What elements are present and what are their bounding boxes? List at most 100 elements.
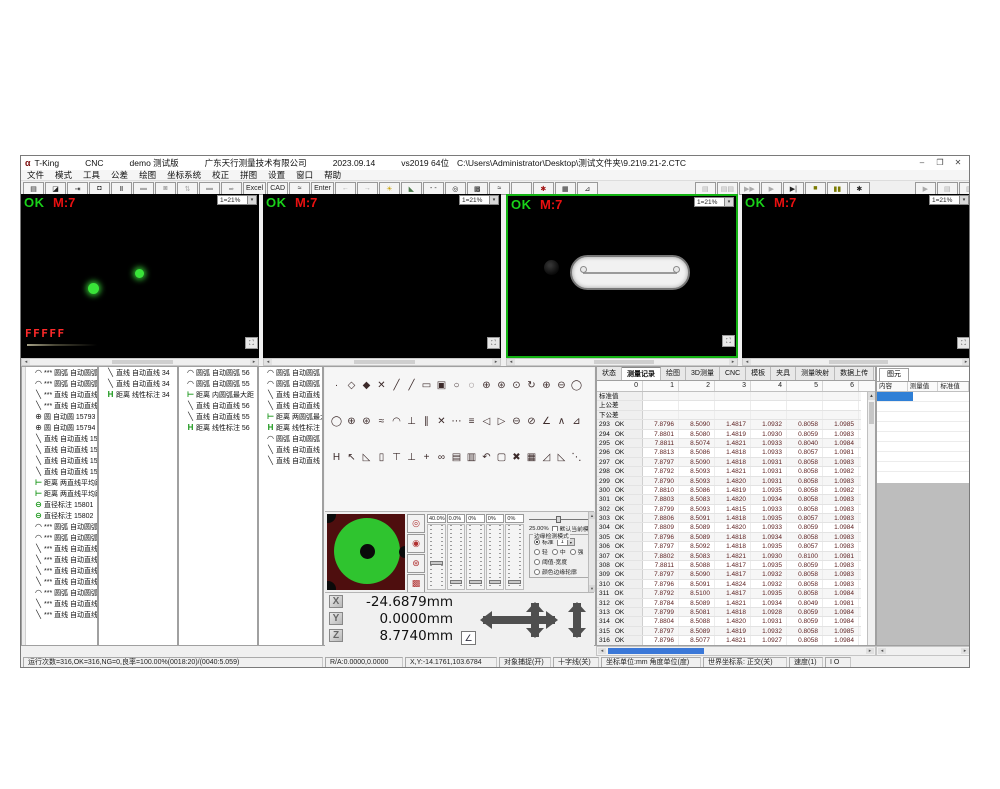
construct-tool-icon[interactable]: ∥ [419,415,434,429]
table-row[interactable]: 306OK 7.8797 8.5092 1.4818 1.0935 0.8057… [597,542,861,551]
camera-1-image[interactable]: FFFFF OK M:7 1=21%▾ ⛶ [21,194,259,358]
table-tab[interactable]: 测量记录 [622,367,661,380]
list-item[interactable]: ╲直线 自动直线 55 [259,455,322,466]
list-item[interactable]: ◠圆弧 自动圆弧 56 [179,367,257,378]
construct-tool-icon[interactable]: ≈ [374,415,389,429]
snapshot-icon[interactable]: ⛶ [487,337,500,349]
measure-tool-icon[interactable]: ⊕ [539,379,554,393]
list-item[interactable]: ╲直线 自动直线 55 [179,411,257,422]
dimension-tool-icon[interactable]: ◺ [554,451,569,465]
list-item[interactable]: ⊕圆 自动圆 15793 [27,411,97,422]
list-item[interactable]: ⊢距离 两直线平均距 [27,477,97,488]
menu-item[interactable]: 拼图 [240,169,257,181]
list-item[interactable]: ⊖直径标注 15801 [27,499,97,510]
dimension-tool-icon[interactable]: ✖ [509,451,524,465]
list-item[interactable]: ◠圆弧 自动圆弧 55 [259,378,322,389]
camera-view-2[interactable]: OK M:7 1=21%▾ ⛶ ◂▸ [263,194,501,366]
dimension-tool-icon[interactable]: ◺ [359,451,374,465]
table-row[interactable]: 293OK 7.8796 8.5090 1.4817 1.0932 0.8058… [597,420,861,429]
table-row[interactable]: 299OK 7.8790 8.5093 1.4820 1.0931 0.8058… [597,477,861,486]
menu-item[interactable]: 校正 [212,169,229,181]
table-row[interactable]: 296OK 7.8813 8.5086 1.4818 1.0933 0.8057… [597,448,861,457]
radio-strong[interactable] [570,549,576,555]
camera-4-hscrollbar[interactable]: ◂▸ [742,358,970,366]
table-row[interactable]: 308OK 7.8811 8.5088 1.4817 1.0935 0.8059… [597,561,861,570]
list-item[interactable]: ◠*** 圆弧 自动圆弧 [27,587,97,598]
radio-light[interactable] [534,549,540,555]
jog-vertical-arrow[interactable] [531,603,539,637]
light-slider-track[interactable] [427,524,446,590]
construct-tool-icon[interactable]: ⊥ [404,415,419,429]
menu-item[interactable]: 工具 [83,169,100,181]
dimension-tool-icon[interactable]: ▢ [494,451,509,465]
snapshot-icon[interactable]: ⛶ [245,337,258,349]
light-slider[interactable]: 40.0% [427,514,446,590]
measure-tool-icon[interactable]: ⊙ [509,379,524,393]
table-row[interactable]: 305OK 7.8796 8.5089 1.4818 1.0934 0.8058… [597,533,861,542]
measure-tool-icon[interactable]: ◇ [344,379,359,393]
chevron-down-icon[interactable]: ▾ [489,196,498,204]
dimension-tool-icon[interactable]: ⊥ [404,451,419,465]
zoom-select[interactable]: 1=21%▾ [217,195,257,205]
list-item[interactable]: ╲直线 自动直线 15 [27,455,97,466]
camera-view-1[interactable]: FFFFF OK M:7 1=21%▾ ⛶ ◂▸ [21,194,259,366]
table-row[interactable]: 300OK 7.8810 8.5086 1.4819 1.0935 0.8058… [597,486,861,495]
measure-tool-icon[interactable]: · [329,379,344,393]
ring-light-button[interactable]: ◎ [407,514,425,533]
dimension-tool-icon[interactable]: ▯ [374,451,389,465]
jog-horizontal-arrow[interactable] [483,616,555,624]
dimension-tool-icon[interactable]: ◿ [539,451,554,465]
table-tab[interactable]: 模板 [746,367,771,380]
list-item[interactable]: ╲直线 自动直线 56 [179,400,257,411]
ring-light-button[interactable]: ▩ [407,574,425,593]
minimize-button[interactable]: – [913,156,931,169]
table-row[interactable]: 295OK 7.8811 8.5074 1.4821 1.0933 0.8040… [597,439,861,448]
menu-item[interactable]: 坐标系统 [167,169,201,181]
table-row[interactable]: 301OK 7.8803 8.5083 1.4820 1.0934 0.8058… [597,495,861,504]
measure-tool-icon[interactable]: ○ [449,379,464,393]
light-slider-thumb[interactable] [450,580,463,584]
table-special-row[interactable]: 下公差 [597,411,861,420]
ring-light-button[interactable]: ◉ [407,534,425,553]
table-tab[interactable]: 绘图 [661,367,686,380]
camera-view-4[interactable]: OK M:7 1=21%▾ ⛶ ◂▸ [742,194,970,366]
construct-tool-icon[interactable]: ∠ [539,415,554,429]
measure-tool-icon[interactable]: ⊛ [494,379,509,393]
table-row[interactable]: 311OK 7.8792 8.5100 1.4817 1.0935 0.8058… [597,589,861,598]
list-item[interactable]: ⊢距离 内圆弧最大距 [179,389,257,400]
table-row[interactable]: 297OK 7.8797 8.5090 1.4818 1.0931 0.8058… [597,458,861,467]
list-item[interactable]: ◠圆弧 自动圆弧 55 [179,378,257,389]
ring-light-preview[interactable] [327,514,405,590]
list-item[interactable]: ⊢距离 两圆弧最大距 [259,411,322,422]
light-slider-track[interactable] [447,524,466,590]
menu-item[interactable]: 模式 [55,169,72,181]
table-row[interactable]: 302OK 7.8799 8.5093 1.4815 1.0933 0.8058… [597,505,861,514]
list-item[interactable]: ◠*** 圆弧 自动圆弧 [27,532,97,543]
list-item[interactable]: ╲直线 自动直线 55 [259,444,322,455]
list-item[interactable]: ╲直线 自动直线 15 [27,444,97,455]
elements-selected-row[interactable] [877,392,970,402]
menu-item[interactable]: 文件 [27,169,44,181]
table-row[interactable]: 312OK 7.8784 8.5089 1.4821 1.0934 0.8049… [597,599,861,608]
camera-1-hscrollbar[interactable]: ◂▸ [21,358,259,366]
construct-tool-icon[interactable]: ◠ [389,415,404,429]
list-item[interactable]: ╲直线 自动直线 55 [259,389,322,400]
options-vscrollbar[interactable]: ▲▼ [588,512,595,592]
list-item[interactable]: ╲*** 直线 自动直线 [27,389,97,400]
table-row[interactable]: 298OK 7.8792 8.5093 1.4821 1.0931 0.8058… [597,467,861,476]
measure-tool-icon[interactable]: ▣ [434,379,449,393]
camera-2-hscrollbar[interactable]: ◂▸ [263,358,501,366]
dimension-tool-icon[interactable]: + [419,451,434,465]
camera-view-3-selected[interactable]: OK M:7 1=21%▾ ⛶ ◂▸ [506,194,738,366]
list-item[interactable]: ◠*** 圆弧 自动圆弧 [27,367,97,378]
measure-tool-icon[interactable]: ◌ [464,379,479,393]
list-item[interactable]: ╲*** 直线 自动直线 [27,400,97,411]
list-item[interactable]: ╲直线 自动直线 55 [259,400,322,411]
zoom-select[interactable]: 1=21%▾ [929,195,969,205]
table-row[interactable]: 315OK 7.8797 8.5089 1.4819 1.0932 0.8058… [597,627,861,636]
camera-3-image[interactable]: OK M:7 1=21%▾ ⛶ [506,194,738,358]
measure-tool-icon[interactable]: ⊕ [479,379,494,393]
light-slider[interactable]: 0% [486,514,505,590]
elements-tab[interactable]: 图元 [879,368,909,381]
table-row[interactable]: 310OK 7.8796 8.5091 1.4824 1.0932 0.8058… [597,580,861,589]
